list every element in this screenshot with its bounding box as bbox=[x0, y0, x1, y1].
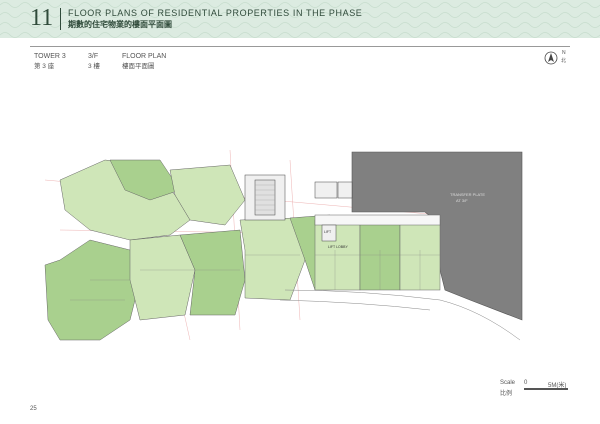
header-wave-pattern bbox=[0, 0, 600, 38]
tower-zh: 第 3 座 bbox=[34, 63, 55, 70]
lift-lobby-label: LIFT LOBBY bbox=[328, 245, 348, 249]
page-number: 25 bbox=[30, 406, 37, 412]
road-edge-inner bbox=[279, 299, 431, 311]
tower-label: TOWER 3 第 3 座 bbox=[34, 52, 66, 72]
section-number: 11 bbox=[30, 5, 54, 31]
tower-en: TOWER 3 bbox=[34, 53, 66, 60]
transfer-plate-label: TRANSFER PLATE bbox=[450, 192, 485, 197]
tower-outline-left bbox=[59, 159, 246, 241]
north-arrow bbox=[544, 51, 570, 65]
floor-zh: 3 樓 bbox=[88, 63, 100, 70]
north-arrow-icon bbox=[544, 51, 558, 65]
north-label-en: N bbox=[562, 50, 566, 56]
page-title-en: FLOOR PLANS OF RESIDENTIAL PROPERTIES IN… bbox=[68, 8, 363, 18]
scale-label-en: Scale bbox=[500, 380, 516, 386]
scale-start: 0 bbox=[524, 380, 528, 386]
tower-units-middle bbox=[44, 214, 336, 341]
scale-rule bbox=[524, 388, 568, 390]
plan-zh: 樓面平面圖 bbox=[122, 63, 155, 70]
north-label-zh: 北 bbox=[561, 58, 567, 64]
floor-en: 3/F bbox=[88, 53, 99, 60]
scale-label-zh: 比例 bbox=[500, 391, 513, 397]
header-divider bbox=[60, 8, 61, 30]
page-title-zh: 期數的住宅物業的樓面平面圖 bbox=[68, 20, 172, 29]
transfer-plate-level: AT 3/F bbox=[456, 198, 468, 203]
floor-plan-drawing: TRANSFER PLATE AT 3/F LIFT LIFT LOBBY bbox=[44, 149, 523, 341]
plan-type-label: FLOOR PLAN 樓面平面圖 bbox=[122, 52, 166, 72]
floor-label: 3/F 3 樓 bbox=[88, 52, 100, 72]
separator-line bbox=[30, 46, 570, 47]
header-band: 11 FLOOR PLANS OF RESIDENTIAL PROPERTIES… bbox=[0, 0, 600, 38]
plan-en: FLOOR PLAN bbox=[122, 53, 167, 60]
scale-bar: Scale 比例 0 5M(米) bbox=[500, 378, 570, 400]
lift-label: LIFT bbox=[324, 230, 332, 234]
